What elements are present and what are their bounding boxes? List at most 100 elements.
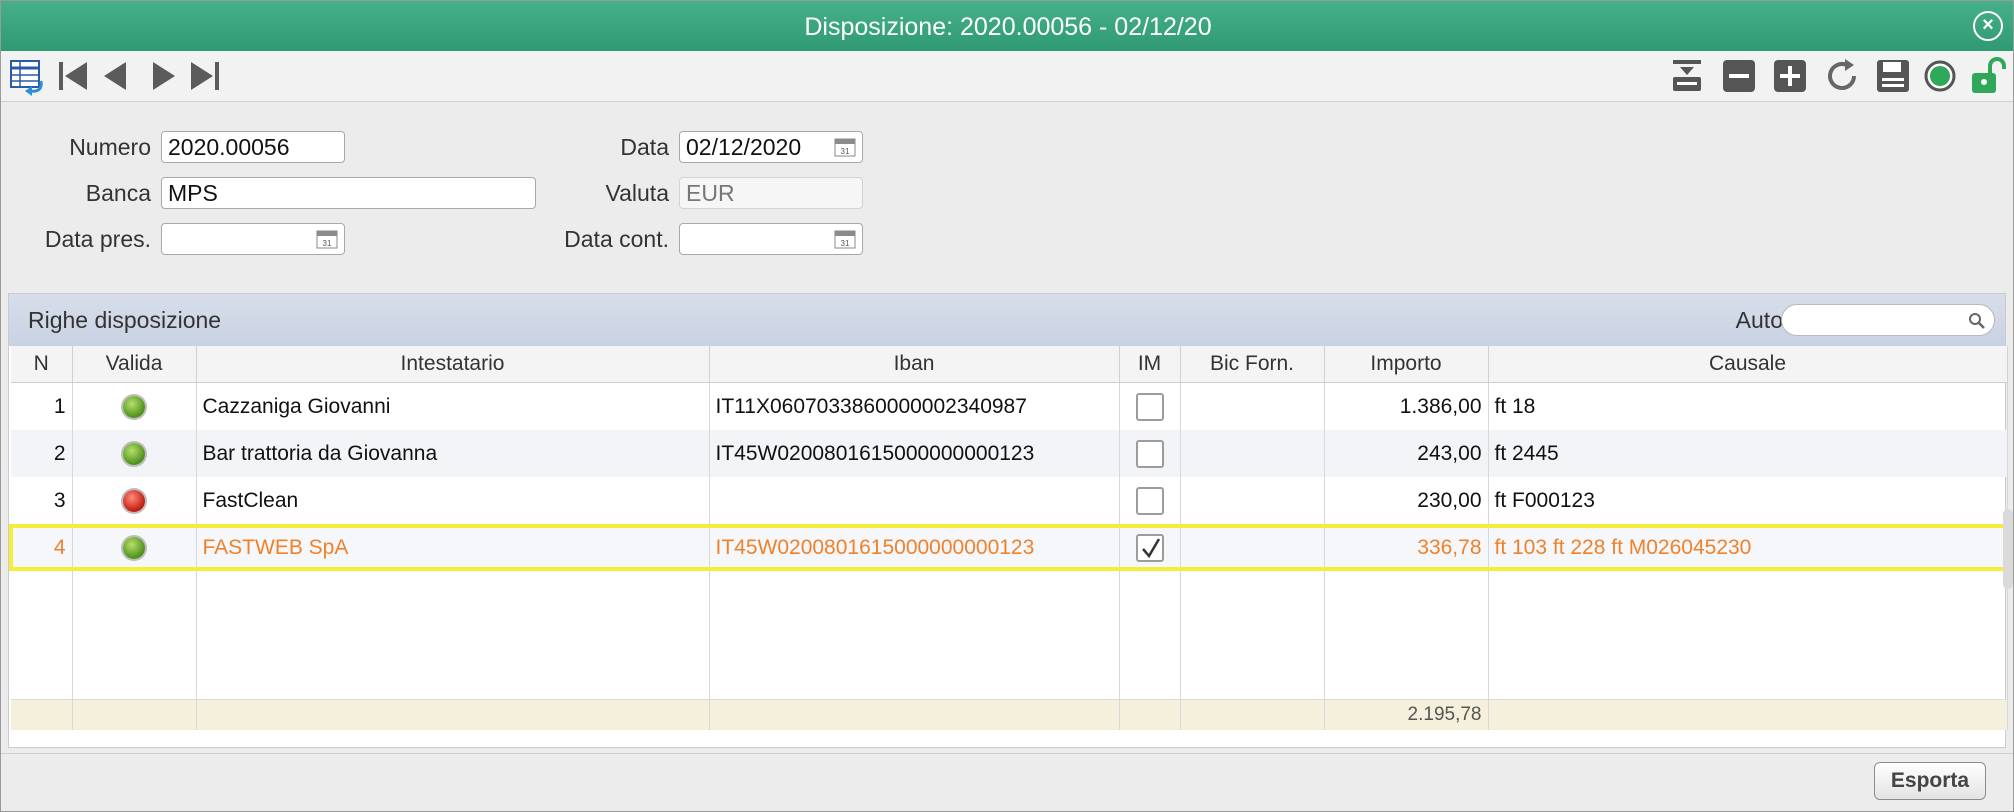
table-row[interactable]: 3 FastClean 230,00 ft F000123 [11, 477, 2008, 526]
scrollbar[interactable] [2003, 509, 2013, 589]
table-header-row: N Valida Intestatario Iban IM Bic Forn. … [11, 346, 2008, 383]
bic-cell [1180, 382, 1325, 430]
last-record-icon[interactable] [183, 55, 225, 97]
column-header[interactable]: Causale [1488, 346, 2008, 383]
valida-cell [72, 477, 197, 526]
add-icon[interactable] [1769, 55, 1811, 97]
svg-text:31: 31 [841, 147, 850, 156]
empty-cell [709, 569, 1120, 700]
bic-cell [1180, 430, 1325, 477]
total-blank [72, 699, 197, 730]
footer-bar: Esporta [1, 753, 2013, 811]
numero-field[interactable]: 2020.00056 [161, 131, 345, 163]
righe-panel: Righe disposizione Auto N Valida Intesta… [8, 293, 2009, 748]
valuta-field: EUR [679, 177, 863, 209]
status-icon[interactable] [1919, 55, 1961, 97]
empty-cell [1180, 569, 1325, 700]
auto-label: Auto [1735, 307, 1783, 333]
close-icon[interactable]: × [1973, 11, 2003, 41]
causale-cell: ft 103 ft 228 ft M026045230 [1488, 524, 2009, 571]
valida-cell [72, 430, 197, 477]
window-title: Disposizione: 2020.00056 - 02/12/20 [804, 13, 1212, 41]
next-record-icon[interactable] [141, 55, 183, 97]
export-button[interactable]: Esporta [1874, 762, 1986, 800]
valid-status-icon [123, 442, 145, 465]
column-header[interactable]: IM [1119, 346, 1181, 383]
svg-text:31: 31 [841, 239, 850, 248]
title-bar: Disposizione: 2020.00056 - 02/12/20 × [1, 1, 2013, 52]
refresh-icon[interactable] [1821, 55, 1863, 97]
checkmark-icon [1141, 537, 1160, 558]
disposizione-window: Disposizione: 2020.00056 - 02/12/20 × Nu… [0, 0, 2014, 812]
im-cell [1119, 430, 1181, 477]
row-number: 1 [11, 382, 73, 430]
panel-header: Righe disposizione Auto [9, 294, 2005, 346]
table-row-selected[interactable]: 4 FASTWEB SpA IT45W020080161500000000012… [9, 524, 2009, 571]
save-icon[interactable] [1872, 55, 1914, 97]
data-cont-field[interactable]: 31 [679, 223, 863, 255]
calendar-icon[interactable]: 31 [834, 137, 856, 157]
importo-cell: 243,00 [1324, 430, 1489, 477]
im-cell [1119, 477, 1181, 526]
calendar-icon[interactable]: 31 [316, 229, 338, 249]
empty-row [11, 569, 2008, 700]
data-field[interactable]: 02/12/2020 31 [679, 131, 863, 163]
first-record-icon[interactable] [53, 55, 95, 97]
svg-text:31: 31 [323, 239, 332, 248]
total-row: 2.195,78 [11, 699, 2008, 730]
column-header[interactable]: Importo [1324, 346, 1489, 383]
empty-cell [1488, 569, 2008, 700]
empty-cell [72, 569, 197, 700]
unlock-icon[interactable] [1966, 55, 2008, 97]
iban-cell: IT45W0200801615000000000123 [709, 430, 1120, 477]
bic-cell [1180, 524, 1325, 571]
valid-status-icon [123, 536, 145, 559]
im-checkbox-checked[interactable] [1135, 533, 1164, 562]
header-form: Numero 2020.00056 Data 02/12/2020 31 Ban… [1, 102, 2013, 292]
column-header[interactable]: N [11, 346, 73, 383]
total-blank [11, 699, 73, 730]
data-label: Data [620, 134, 669, 160]
data-cont-label: Data cont. [564, 226, 669, 252]
column-header[interactable]: Iban [709, 346, 1120, 383]
calendar-icon[interactable]: 31 [834, 229, 856, 249]
row-number: 2 [11, 430, 73, 477]
importo-cell: 230,00 [1324, 477, 1489, 526]
im-checkbox[interactable] [1135, 486, 1164, 515]
intestatario-cell: Cazzaniga Giovanni [196, 382, 710, 430]
table-return-icon[interactable] [7, 55, 49, 97]
im-checkbox[interactable] [1135, 392, 1164, 421]
search-input[interactable] [1781, 304, 1995, 336]
column-header[interactable]: Bic Forn. [1180, 346, 1325, 383]
intestatario-cell: Bar trattoria da Giovanna [196, 430, 710, 477]
total-blank [1488, 699, 2008, 730]
causale-cell: ft F000123 [1488, 477, 2008, 526]
toolbar [1, 51, 2013, 102]
intestatario-cell: FASTWEB SpA [196, 524, 710, 571]
empty-cell [196, 569, 710, 700]
table-row[interactable]: 2 Bar trattoria da Giovanna IT45W0200801… [11, 430, 2008, 477]
banca-field[interactable]: MPS [161, 177, 536, 209]
im-checkbox[interactable] [1135, 439, 1164, 468]
causale-cell: ft 18 [1488, 382, 2008, 430]
table-row[interactable]: 1 Cazzaniga Giovanni IT11X06070338600000… [11, 382, 2008, 430]
total-blank [1180, 699, 1325, 730]
data-pres-label: Data pres. [44, 226, 151, 252]
search-icon [1969, 313, 1985, 329]
iban-cell: IT45W0200801615000000000123 [709, 524, 1120, 571]
importo-cell: 1.386,00 [1324, 382, 1489, 430]
row-number: 4 [9, 524, 73, 571]
im-cell [1119, 382, 1181, 430]
valida-cell [72, 382, 197, 430]
previous-record-icon[interactable] [96, 55, 138, 97]
empty-cell [1324, 569, 1489, 700]
valid-status-icon [123, 395, 145, 418]
column-header[interactable]: Valida [72, 346, 197, 383]
bic-cell [1180, 477, 1325, 526]
insert-row-icon[interactable] [1666, 55, 1708, 97]
column-header[interactable]: Intestatario [196, 346, 710, 383]
remove-icon[interactable] [1718, 55, 1760, 97]
importo-cell: 336,78 [1324, 524, 1489, 571]
empty-cell [11, 569, 73, 700]
data-pres-field[interactable]: 31 [161, 223, 345, 255]
